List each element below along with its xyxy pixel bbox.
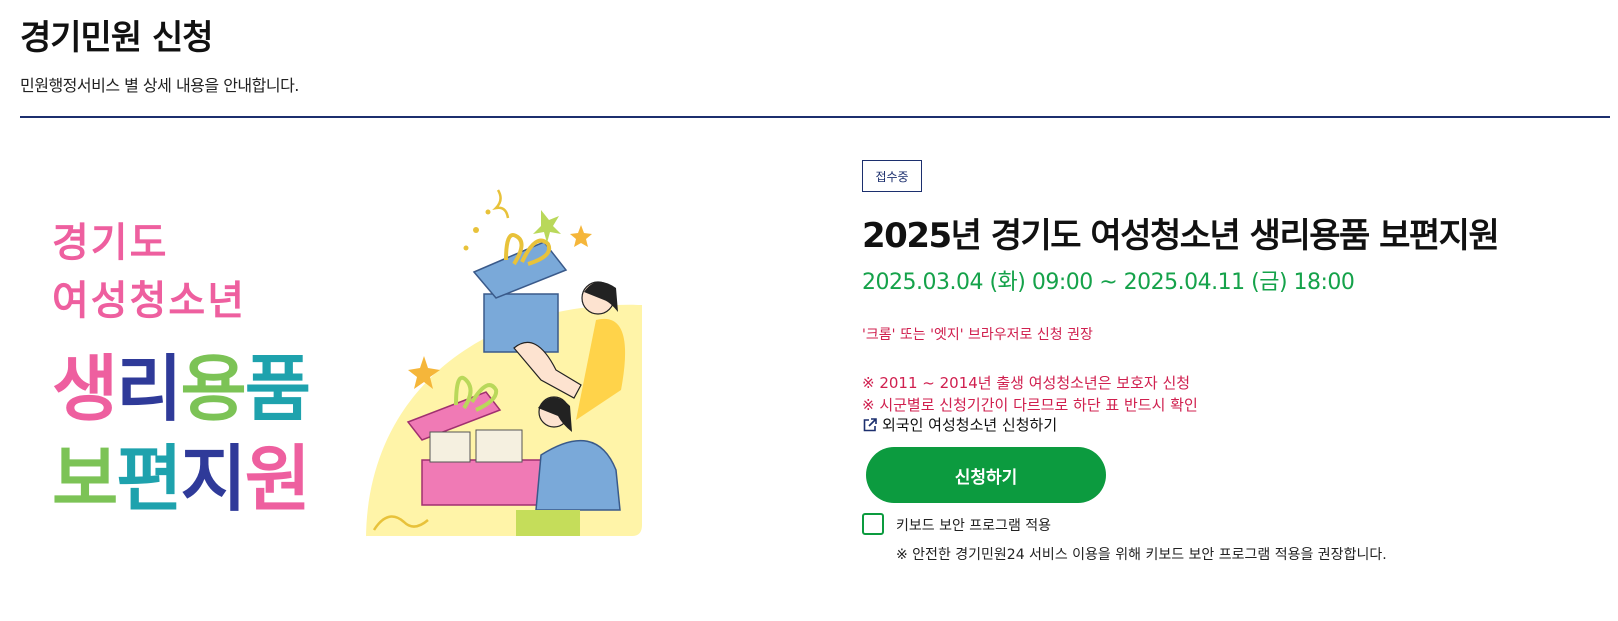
notice-period-check: ※ 시군별로 신청기간이 다르므로 하단 표 반드시 확인 bbox=[862, 396, 1198, 414]
status-badge: 접수중 bbox=[862, 160, 922, 192]
keyboard-security-notice: ※ 안전한 경기민원24 서비스 이용을 위해 키보드 보안 프로그램 적용을 … bbox=[896, 547, 1387, 563]
service-banner-image: 경기도 여성청소년 생리용품 보편지원 bbox=[36, 170, 676, 560]
banner-line-support: 보편지원 bbox=[52, 437, 311, 521]
keyboard-security-label[interactable]: 키보드 보안 프로그램 적용 bbox=[896, 515, 1051, 535]
service-title: 2025년 경기도 여성청소년 생리용품 보편지원 bbox=[862, 216, 1500, 256]
foreign-link-label: 외국인 여성청소년 신청하기 bbox=[882, 416, 1058, 434]
foreign-application-link[interactable]: 외국인 여성청소년 신청하기 bbox=[862, 414, 1057, 435]
page-subtitle: 민원행정서비스 별 상세 내용을 안내합니다. bbox=[20, 76, 299, 95]
header-divider bbox=[20, 116, 1610, 118]
notice-guardian: ※ 2011 ~ 2014년 출생 여성청소년은 보호자 신청 bbox=[862, 374, 1191, 392]
banner-line-region: 경기도 bbox=[52, 220, 169, 266]
application-period: 2025.03.04 (화) 09:00 ~ 2025.04.11 (금) 18… bbox=[862, 270, 1355, 295]
browser-notice: '크롬' 또는 '엣지' 브라우저로 신청 권장 bbox=[862, 327, 1093, 343]
page-title: 경기민원 신청 bbox=[20, 18, 214, 58]
external-link-icon bbox=[863, 417, 877, 431]
banner-line-target: 여성청소년 bbox=[52, 278, 246, 324]
apply-button[interactable]: 신청하기 bbox=[866, 447, 1106, 503]
keyboard-security-checkbox[interactable] bbox=[862, 513, 884, 535]
